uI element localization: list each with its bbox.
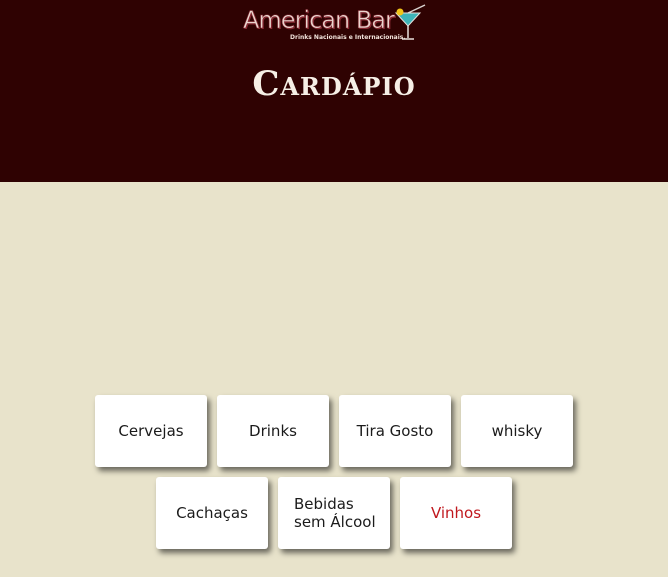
menu-button-label: Vinhos: [430, 504, 482, 522]
logo-subtitle: Drinks Nacionais e Internacionais.: [290, 34, 406, 41]
menu-button-cervejas[interactable]: Cervejas: [95, 395, 207, 467]
menu-button-label-line1: Bebidas: [294, 495, 354, 513]
menu-button-label: Drinks: [249, 422, 297, 440]
menu-button-tira-gosto[interactable]: Tira Gosto: [339, 395, 451, 467]
menu-button-label: Tira Gosto: [356, 422, 434, 440]
page-title: Cardápio: [252, 64, 416, 104]
cocktail-glass-icon: [394, 4, 426, 40]
logo-text: American Bar: [243, 6, 395, 35]
menu-button-label-line2: sem Álcool: [294, 513, 376, 531]
menu-button-cachacas[interactable]: Cachaças: [156, 477, 268, 549]
menu-button-label: Cachaças: [176, 504, 248, 522]
menu-button-whisky[interactable]: whisky: [461, 395, 573, 467]
menu-button-label: Cervejas: [118, 422, 184, 440]
site-header: American Bar Drinks Nacionais e Internac…: [0, 0, 668, 182]
american-bar-logo[interactable]: American Bar Drinks Nacionais e Internac…: [243, 4, 429, 44]
menu-button-bebidas-sem-alcool[interactable]: Bebidas sem Álcool: [278, 477, 390, 549]
menu-button-label: whisky: [491, 422, 543, 440]
menu-button-vinhos[interactable]: Vinhos: [400, 477, 512, 549]
menu-button-drinks[interactable]: Drinks: [217, 395, 329, 467]
